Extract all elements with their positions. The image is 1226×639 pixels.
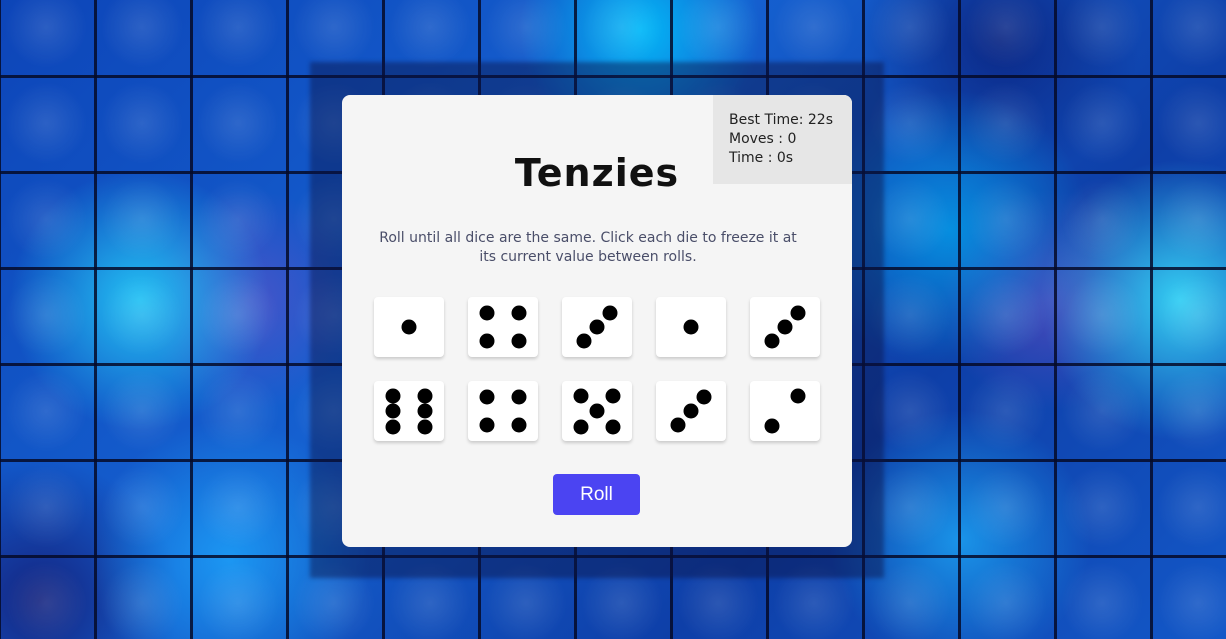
die-pip (511, 305, 527, 321)
moves-text: Moves : 0 (729, 131, 797, 147)
die-pip (385, 388, 401, 404)
die-pip (790, 388, 806, 404)
die-pip (589, 403, 605, 419)
die-pip (385, 403, 401, 419)
die-pip (683, 319, 699, 335)
die-2[interactable] (468, 297, 538, 357)
best-time-text: Best Time: 22s (729, 112, 833, 128)
die-pip (605, 419, 621, 435)
die-pip (385, 419, 401, 435)
die-pip (576, 333, 592, 349)
die-pip (670, 417, 686, 433)
die-pip (777, 319, 793, 335)
die-pip (479, 417, 495, 433)
die-pip (417, 419, 433, 435)
die-4[interactable] (656, 297, 726, 357)
die-pip (401, 319, 417, 335)
die-pip (790, 305, 806, 321)
die-3[interactable] (562, 297, 632, 357)
die-pip (764, 333, 780, 349)
roll-button[interactable]: Roll (553, 474, 640, 515)
die-1[interactable] (374, 297, 444, 357)
die-pip (589, 319, 605, 335)
die-pip (573, 419, 589, 435)
die-pip (417, 403, 433, 419)
die-10[interactable] (750, 381, 820, 441)
die-pip (479, 305, 495, 321)
page-title: Tenzies (514, 151, 680, 195)
die-5[interactable] (750, 297, 820, 357)
die-6[interactable] (374, 381, 444, 441)
die-pip (683, 403, 699, 419)
die-pip (479, 389, 495, 405)
die-pip (511, 417, 527, 433)
instructions-text: Roll until all dice are the same. Click … (379, 230, 797, 265)
dice-grid (374, 297, 820, 441)
die-pip (696, 389, 712, 405)
die-pip (417, 388, 433, 404)
die-pip (479, 333, 495, 349)
die-pip (511, 389, 527, 405)
die-pip (764, 418, 780, 434)
die-7[interactable] (468, 381, 538, 441)
die-pip (511, 333, 527, 349)
die-pip (605, 388, 621, 404)
game-card: Best Time: 22s Moves : 0 Time : 0s Tenzi… (342, 95, 852, 547)
die-pip (573, 388, 589, 404)
die-9[interactable] (656, 381, 726, 441)
die-pip (602, 305, 618, 321)
die-8[interactable] (562, 381, 632, 441)
